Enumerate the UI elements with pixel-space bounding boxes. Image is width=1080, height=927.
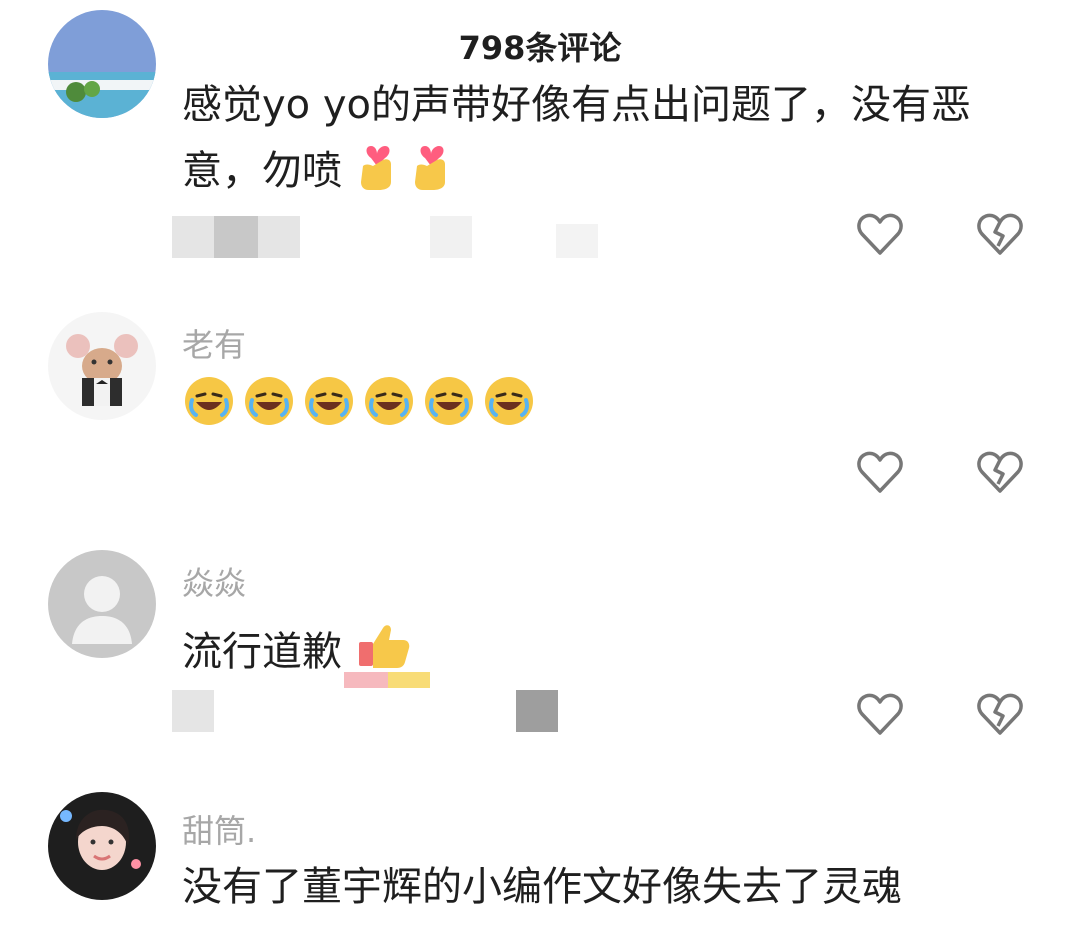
broken-heart-icon[interactable] [976,450,1024,496]
heart-outline-icon[interactable] [856,212,904,258]
mosaic-block [258,216,300,258]
mosaic-block [214,216,258,258]
mosaic-block [344,672,388,688]
emoji-row [355,136,457,210]
broken-heart-icon[interactable] [976,692,1024,738]
username[interactable]: 甜筒. [182,806,256,852]
mosaic-block [516,690,558,732]
username[interactable]: 焱焱 [182,558,246,604]
avatar[interactable] [48,10,156,118]
laughing-crying-emoji [362,374,416,446]
comment-text: 没有了董宇辉的小编作文好像失去了灵魂 [182,856,1022,918]
comment-text-content: 感觉yo yo的声带好像有点出问题了，没有恶意，勿喷 [182,82,972,194]
mosaic-block [172,216,214,258]
finger-heart-emoji [409,136,457,210]
laughing-crying-emoji [302,374,356,446]
comment-text [182,374,1022,446]
laughing-crying-emoji [482,374,536,446]
comment-text: 感觉yo yo的声带好像有点出问题了，没有恶意，勿喷 [182,74,1022,210]
laughing-crying-emoji [242,374,296,446]
comment-item: 焱焱 流行道歉 [0,530,1080,780]
laughing-crying-emoji [422,374,476,446]
comment-text: 流行道歉 [182,618,1022,690]
finger-heart-emoji [355,136,403,210]
comment-item: 老有 [0,290,1080,510]
avatar[interactable] [48,792,156,900]
username[interactable]: 老有 [182,320,246,366]
comment-text-content: 没有了董宇辉的小编作文好像失去了灵魂 [182,864,902,910]
laughing-crying-emoji [182,374,236,446]
broken-heart-icon[interactable] [976,212,1024,258]
heart-outline-icon[interactable] [856,450,904,496]
comment-item: 感觉yo yo的声带好像有点出问题了，没有恶意，勿喷 [0,0,1080,290]
avatar[interactable] [48,550,156,658]
comment-text-content: 流行道歉 [182,629,342,675]
heart-outline-icon[interactable] [856,692,904,738]
mosaic-block [388,672,430,688]
emoji-row [182,374,536,446]
mosaic-block [556,224,598,258]
comment-item: 甜筒. 没有了董宇辉的小编作文好像失去了灵魂 [0,780,1080,927]
mosaic-block [172,690,214,732]
avatar[interactable] [48,312,156,420]
mosaic-block [430,216,472,258]
